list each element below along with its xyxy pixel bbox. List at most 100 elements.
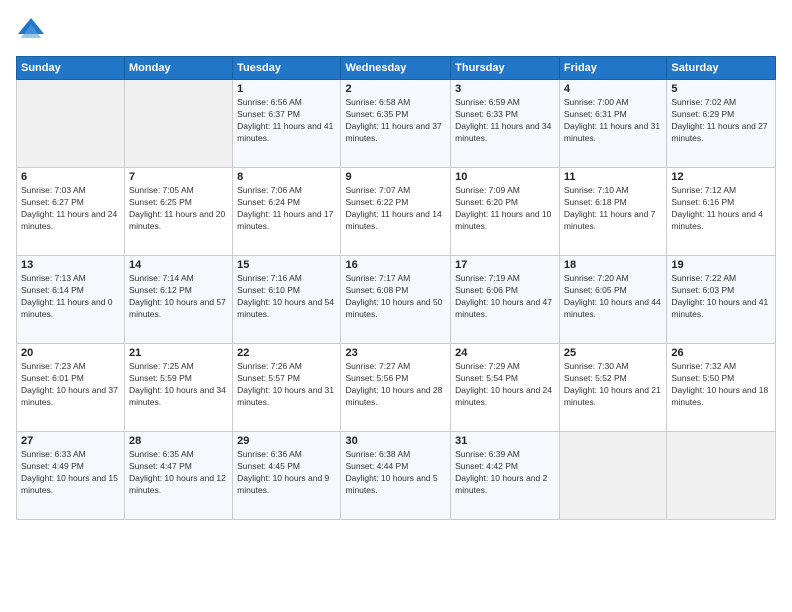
- day-cell: 4 Sunrise: 7:00 AMSunset: 6:31 PMDaylight…: [559, 80, 666, 168]
- calendar-table: SundayMondayTuesdayWednesdayThursdayFrid…: [16, 56, 776, 520]
- day-cell: 30 Sunrise: 6:38 AMSunset: 4:44 PMDayligh…: [341, 432, 451, 520]
- day-cell: 23 Sunrise: 7:27 AMSunset: 5:56 PMDayligh…: [341, 344, 451, 432]
- day-cell: [17, 80, 125, 168]
- day-info: Sunrise: 7:27 AMSunset: 5:56 PMDaylight:…: [345, 361, 446, 409]
- day-cell: 27 Sunrise: 6:33 AMSunset: 4:49 PMDayligh…: [17, 432, 125, 520]
- day-number: 2: [345, 83, 446, 95]
- day-number: 17: [455, 259, 555, 271]
- day-cell: [667, 432, 776, 520]
- day-info: Sunrise: 7:03 AMSunset: 6:27 PMDaylight:…: [21, 185, 120, 233]
- day-info: Sunrise: 7:16 AMSunset: 6:10 PMDaylight:…: [237, 273, 336, 321]
- day-number: 24: [455, 347, 555, 359]
- day-cell: 21Sunrise: 7:25 AMSunset: 5:59 PMDayligh…: [125, 344, 233, 432]
- day-number: 5: [671, 83, 771, 95]
- calendar-header: SundayMondayTuesdayWednesdayThursdayFrid…: [17, 57, 776, 80]
- day-number: 19: [671, 259, 771, 271]
- day-info: Sunrise: 7:23 AMSunset: 6:01 PMDaylight:…: [21, 361, 120, 409]
- day-cell: 25 Sunrise: 7:30 AMSunset: 5:52 PMDayligh…: [559, 344, 666, 432]
- day-info: Sunrise: 7:19 AMSunset: 6:06 PMDaylight:…: [455, 273, 555, 321]
- day-cell: 24 Sunrise: 7:29 AMSunset: 5:54 PMDayligh…: [451, 344, 560, 432]
- week-row-1: 1 Sunrise: 6:56 AMSunset: 6:37 PMDaylight…: [17, 80, 776, 168]
- day-number: 28: [129, 435, 228, 447]
- day-info: Sunrise: 7:29 AMSunset: 5:54 PMDaylight:…: [455, 361, 555, 409]
- week-row-2: 6 Sunrise: 7:03 AMSunset: 6:27 PMDaylight…: [17, 168, 776, 256]
- day-info: Sunrise: 7:20 AMSunset: 6:05 PMDaylight:…: [564, 273, 662, 321]
- day-info: Sunrise: 7:25 AMSunset: 5:59 PMDaylight:…: [129, 361, 228, 409]
- header-day-friday: Friday: [559, 57, 666, 80]
- day-number: 31: [455, 435, 555, 447]
- day-cell: 12Sunrise: 7:12 AMSunset: 6:16 PMDayligh…: [667, 168, 776, 256]
- day-info: Sunrise: 7:02 AMSunset: 6:29 PMDaylight:…: [671, 97, 771, 145]
- day-number: 8: [237, 171, 336, 183]
- logo-icon: [16, 16, 46, 46]
- day-cell: 2Sunrise: 6:58 AMSunset: 6:35 PMDaylight…: [341, 80, 451, 168]
- day-info: Sunrise: 6:38 AMSunset: 4:44 PMDaylight:…: [345, 449, 446, 497]
- day-info: Sunrise: 6:39 AMSunset: 4:42 PMDaylight:…: [455, 449, 555, 497]
- day-info: Sunrise: 7:32 AMSunset: 5:50 PMDaylight:…: [671, 361, 771, 409]
- day-info: Sunrise: 7:00 AMSunset: 6:31 PMDaylight:…: [564, 97, 662, 145]
- page: SundayMondayTuesdayWednesdayThursdayFrid…: [0, 0, 792, 612]
- day-number: 9: [345, 171, 446, 183]
- week-row-3: 13 Sunrise: 7:13 AMSunset: 6:14 PMDayligh…: [17, 256, 776, 344]
- day-number: 13: [21, 259, 120, 271]
- day-info: Sunrise: 7:26 AMSunset: 5:57 PMDaylight:…: [237, 361, 336, 409]
- day-cell: 5 Sunrise: 7:02 AMSunset: 6:29 PMDaylight…: [667, 80, 776, 168]
- day-number: 10: [455, 171, 555, 183]
- header-day-tuesday: Tuesday: [233, 57, 341, 80]
- day-number: 6: [21, 171, 120, 183]
- header-day-wednesday: Wednesday: [341, 57, 451, 80]
- day-number: 27: [21, 435, 120, 447]
- day-info: Sunrise: 7:10 AMSunset: 6:18 PMDaylight:…: [564, 185, 662, 233]
- calendar-body: 1 Sunrise: 6:56 AMSunset: 6:37 PMDaylight…: [17, 80, 776, 520]
- day-cell: 8Sunrise: 7:06 AMSunset: 6:24 PMDaylight…: [233, 168, 341, 256]
- day-number: 30: [345, 435, 446, 447]
- day-cell: 7Sunrise: 7:05 AMSunset: 6:25 PMDaylight…: [125, 168, 233, 256]
- day-cell: 22 Sunrise: 7:26 AMSunset: 5:57 PMDayligh…: [233, 344, 341, 432]
- header-row: SundayMondayTuesdayWednesdayThursdayFrid…: [17, 57, 776, 80]
- week-row-4: 20Sunrise: 7:23 AMSunset: 6:01 PMDayligh…: [17, 344, 776, 432]
- day-cell: 14 Sunrise: 7:14 AMSunset: 6:12 PMDayligh…: [125, 256, 233, 344]
- day-cell: 11Sunrise: 7:10 AMSunset: 6:18 PMDayligh…: [559, 168, 666, 256]
- day-number: 12: [671, 171, 771, 183]
- day-number: 14: [129, 259, 228, 271]
- day-number: 29: [237, 435, 336, 447]
- day-number: 25: [564, 347, 662, 359]
- day-info: Sunrise: 7:14 AMSunset: 6:12 PMDaylight:…: [129, 273, 228, 321]
- day-number: 16: [345, 259, 446, 271]
- day-cell: 18 Sunrise: 7:20 AMSunset: 6:05 PMDayligh…: [559, 256, 666, 344]
- day-cell: 28Sunrise: 6:35 AMSunset: 4:47 PMDayligh…: [125, 432, 233, 520]
- day-info: Sunrise: 7:13 AMSunset: 6:14 PMDaylight:…: [21, 273, 120, 321]
- day-number: 18: [564, 259, 662, 271]
- day-number: 26: [671, 347, 771, 359]
- day-info: Sunrise: 7:22 AMSunset: 6:03 PMDaylight:…: [671, 273, 771, 321]
- day-number: 7: [129, 171, 228, 183]
- day-info: Sunrise: 6:33 AMSunset: 4:49 PMDaylight:…: [21, 449, 120, 497]
- day-info: Sunrise: 6:36 AMSunset: 4:45 PMDaylight:…: [237, 449, 336, 497]
- day-info: Sunrise: 7:30 AMSunset: 5:52 PMDaylight:…: [564, 361, 662, 409]
- header-day-sunday: Sunday: [17, 57, 125, 80]
- day-number: 15: [237, 259, 336, 271]
- day-cell: 17 Sunrise: 7:19 AMSunset: 6:06 PMDayligh…: [451, 256, 560, 344]
- week-row-5: 27 Sunrise: 6:33 AMSunset: 4:49 PMDayligh…: [17, 432, 776, 520]
- day-cell: 31 Sunrise: 6:39 AMSunset: 4:42 PMDayligh…: [451, 432, 560, 520]
- day-cell: 19 Sunrise: 7:22 AMSunset: 6:03 PMDayligh…: [667, 256, 776, 344]
- day-info: Sunrise: 6:56 AMSunset: 6:37 PMDaylight:…: [237, 97, 336, 145]
- day-number: 3: [455, 83, 555, 95]
- day-number: 4: [564, 83, 662, 95]
- day-info: Sunrise: 7:07 AMSunset: 6:22 PMDaylight:…: [345, 185, 446, 233]
- day-number: 1: [237, 83, 336, 95]
- day-cell: 16 Sunrise: 7:17 AMSunset: 6:08 PMDayligh…: [341, 256, 451, 344]
- day-number: 23: [345, 347, 446, 359]
- day-cell: 13 Sunrise: 7:13 AMSunset: 6:14 PMDayligh…: [17, 256, 125, 344]
- day-cell: 1 Sunrise: 6:56 AMSunset: 6:37 PMDaylight…: [233, 80, 341, 168]
- day-info: Sunrise: 6:59 AMSunset: 6:33 PMDaylight:…: [455, 97, 555, 145]
- day-cell: 9 Sunrise: 7:07 AMSunset: 6:22 PMDaylight…: [341, 168, 451, 256]
- logo: [16, 16, 50, 46]
- day-cell: 6 Sunrise: 7:03 AMSunset: 6:27 PMDaylight…: [17, 168, 125, 256]
- day-info: Sunrise: 7:17 AMSunset: 6:08 PMDaylight:…: [345, 273, 446, 321]
- header-day-saturday: Saturday: [667, 57, 776, 80]
- day-cell: [125, 80, 233, 168]
- day-number: 22: [237, 347, 336, 359]
- day-cell: 26 Sunrise: 7:32 AMSunset: 5:50 PMDayligh…: [667, 344, 776, 432]
- day-cell: [559, 432, 666, 520]
